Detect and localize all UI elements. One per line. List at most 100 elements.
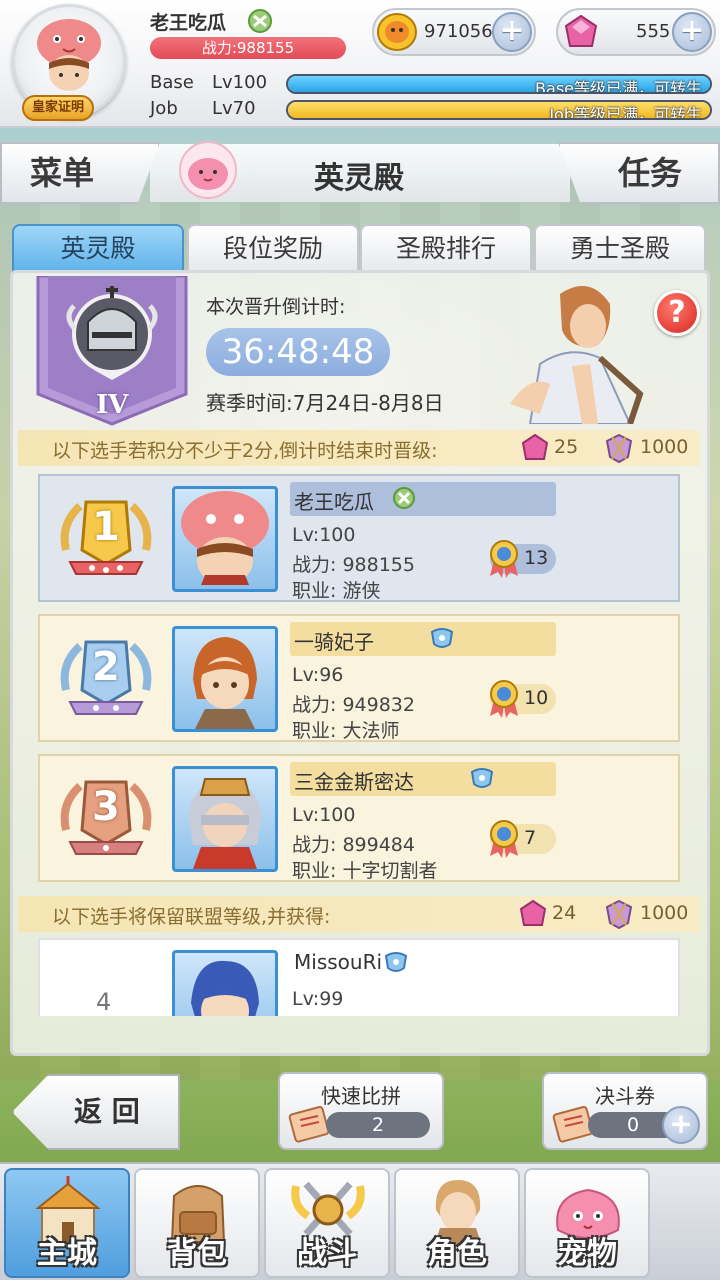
bottom-nav: 主城 背包 战斗 角色 宠物 (0, 1162, 720, 1280)
poring-pet-icon (179, 141, 237, 199)
season-time: 赛季时间:7月24日-8月8日 (206, 391, 444, 415)
retain-badge-reward: 1000 (640, 902, 689, 924)
player-score: 7 (524, 827, 537, 849)
guild-emblem-icon (248, 9, 272, 33)
player-level: Lv:100 (292, 804, 356, 826)
gem-counter: 555 + (556, 8, 716, 56)
quick-match-count: 2 (326, 1112, 430, 1138)
coin-amount: 971056 (424, 21, 493, 42)
promotion-gem-reward: 25 (554, 436, 579, 458)
player-name: 三金金斯密达 (294, 770, 414, 794)
mushroom-hat-avatar-icon (37, 19, 101, 91)
player-portrait (172, 486, 278, 592)
player-job: 职业: 大法师 (292, 720, 400, 742)
score-medal-icon (490, 540, 518, 578)
player-name: MissouRi (294, 950, 383, 974)
retain-reward-strip: 以下选手将保留联盟等级,并获得: 24 1000 (18, 896, 700, 932)
guild-emblem-icon (430, 628, 454, 648)
job-exp-bar: Job等级已满，可转生 (286, 100, 712, 120)
rank-number: 3 (92, 784, 120, 830)
promotion-badge-reward: 1000 (640, 436, 689, 458)
add-coins-button[interactable]: + (492, 12, 532, 52)
player-level: Lv:96 (292, 664, 344, 686)
cross-cutter-avatar-icon (189, 778, 261, 869)
rank-number: 1 (92, 504, 120, 550)
add-ticket-button[interactable]: + (662, 1106, 700, 1144)
base-label: Base (150, 72, 194, 93)
player-portrait (172, 950, 278, 1016)
player-power: 战力: 899484 (292, 834, 415, 856)
promotion-countdown-label: 本次晋升倒计时: (206, 296, 346, 318)
guild-emblem-icon (384, 952, 408, 972)
tab-hall-of-heroes[interactable]: 英灵殿 (12, 224, 184, 272)
player-row-1[interactable]: 1 老王吃瓜 Lv:100 战力: 988155 职业: 游侠 13 (38, 474, 680, 602)
page-title: 英灵殿 (314, 161, 404, 196)
coin-counter: 971056 + (372, 8, 536, 56)
royal-proof-badge[interactable]: 皇家证明 (22, 95, 94, 121)
promotion-countdown: 36:48:48 (206, 328, 390, 376)
rank-number: 4 (96, 988, 112, 1016)
tab-warrior-temple[interactable]: 勇士圣殿 (534, 224, 706, 272)
back-button[interactable]: 返 回 (12, 1074, 180, 1150)
guild-emblem-icon (393, 487, 415, 509)
base-level: Lv100 (212, 72, 268, 93)
player-score: 10 (524, 687, 549, 709)
player-level: Lv:99 (292, 988, 344, 1010)
menu-button[interactable]: 菜单 (0, 142, 160, 204)
tab-temple-ranking[interactable]: 圣殿排行 (360, 224, 532, 272)
quick-match-button[interactable]: 快速比拼 2 (278, 1072, 444, 1150)
mushroom-hat-avatar-icon (181, 491, 269, 585)
help-button[interactable]: ? (654, 290, 700, 336)
nav-backpack[interactable]: 背包 (134, 1168, 260, 1278)
add-gems-button[interactable]: + (672, 12, 712, 52)
retain-gem-reward: 24 (552, 902, 577, 924)
score-medal-icon (490, 680, 518, 718)
gold-coin-icon (377, 13, 417, 51)
pink-gem-icon (564, 14, 598, 47)
player-power: 战力: 988155 (292, 554, 415, 576)
job-level: Lv70 (212, 98, 256, 119)
duel-ticket-panel: 决斗券 0 + (542, 1072, 708, 1150)
job-label: Job (150, 98, 178, 119)
pink-gem-icon (521, 433, 549, 460)
mage-avatar-icon (193, 637, 257, 729)
base-exp-status: Base等级已满，可转生 (535, 79, 702, 94)
player-level: Lv:100 (292, 524, 356, 546)
nav-character[interactable]: 角色 (394, 1168, 520, 1278)
gem-amount: 555 (636, 21, 671, 42)
nav-label: 主城 (37, 1236, 97, 1271)
player-name: 老王吃瓜 (294, 490, 374, 514)
pink-gem-icon (519, 899, 547, 926)
player-row-3[interactable]: 3 三金金斯密达 Lv:100 战力: 899484 职业: 十字切割者 7 (38, 754, 680, 882)
player-power: 战力: 949832 (292, 694, 415, 716)
nav-main-city[interactable]: 主城 (4, 1168, 130, 1278)
rank-tier-numeral: IV (96, 390, 129, 420)
player-job: 职业: 十字切割者 (292, 860, 438, 882)
nav-label: 宠物 (557, 1236, 617, 1271)
player-row-4[interactable]: 4 MissouRi Lv:99 (38, 938, 680, 1016)
league-badge-icon (605, 433, 633, 463)
player-portrait (172, 766, 278, 872)
promotion-rule-text: 以下选手若积分不少于2分,倒计时结束时晋级: (52, 440, 438, 462)
player-name: 老王吃瓜 (150, 12, 227, 34)
nav-label: 背包 (167, 1236, 227, 1271)
tab-rank-rewards[interactable]: 段位奖励 (187, 224, 359, 272)
player-name: 一骑妃子 (294, 630, 374, 654)
nav-pet[interactable]: 宠物 (524, 1168, 650, 1278)
player-row-2[interactable]: 2 一骑妃子 Lv:96 战力: 949832 职业: 大法师 10 (38, 614, 680, 742)
guild-emblem-icon (470, 768, 494, 788)
player-power: 战力:988155 (150, 37, 346, 59)
nav-battle[interactable]: 战斗 (264, 1168, 390, 1278)
player-list-clip: 4 MissouRi Lv:99 (38, 938, 680, 1016)
job-exp-status: Job等级已满，可转生 (549, 105, 702, 120)
nav-label: 战斗 (297, 1236, 357, 1271)
player-portrait (172, 626, 278, 732)
swordsman-avatar-icon (191, 960, 259, 1016)
league-badge-icon (605, 899, 633, 929)
promotion-reward-strip: 以下选手若积分不少于2分,倒计时结束时晋级: 25 1000 (18, 430, 700, 466)
score-medal-icon (490, 820, 518, 858)
base-exp-bar: Base等级已满，可转生 (286, 74, 712, 94)
rank-number: 2 (92, 644, 120, 690)
retain-rule-text: 以下选手将保留联盟等级,并获得: (52, 906, 331, 928)
task-button[interactable]: 任务 (558, 142, 720, 204)
